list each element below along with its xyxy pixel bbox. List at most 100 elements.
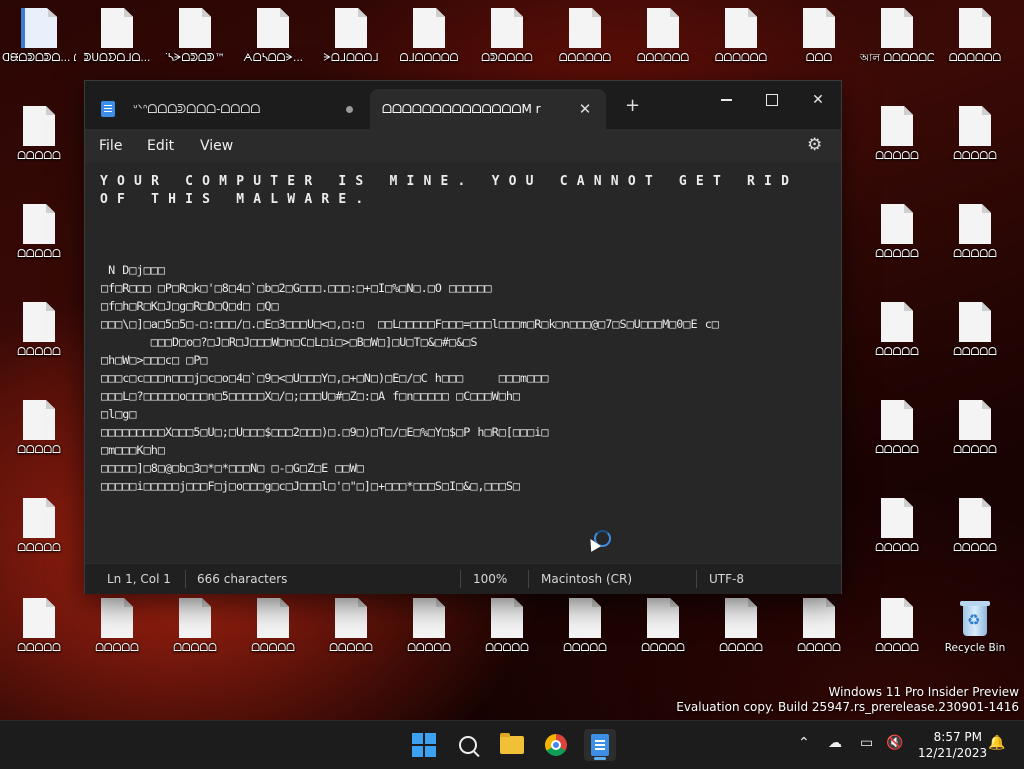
character-count: 666 characters [197, 572, 288, 586]
maximize-button[interactable] [749, 85, 795, 115]
desktop-icon-label: ᗝᗝᗝᗝᗝ [17, 346, 61, 358]
desktop-file-icon[interactable]: ᗝᗝᗝᗝᗝ [860, 400, 934, 457]
desktop-file-icon[interactable]: ᕲᑌᗝᗤᗝᒧᗝ... [80, 8, 154, 65]
desktop-file-icon[interactable]: ᗝᗝᗝᗝᗝᗝ [704, 8, 778, 65]
desktop-file-icon[interactable]: ᗝᗝᗝᗝᗝᗝ [548, 8, 622, 65]
menu-file[interactable]: File [99, 138, 122, 154]
desktop-file-icon[interactable]: ᗝᗝᗝᗝᗝ [782, 598, 856, 655]
system-clock[interactable]: 8:57 PM 12/21/2023 [918, 729, 987, 761]
search-button[interactable] [452, 729, 484, 761]
desktop-file-icon[interactable]: ᗝᗝᗝᗝᗝ [236, 598, 310, 655]
tab-title: ᗝᗝᗝᗝᗝᗝᗝᗝᗝᗝᗝᗝᗝᗝM r [382, 101, 541, 116]
desktop-file-icon[interactable]: ᗝᗝᗝᗝᗝ [2, 400, 76, 457]
file-icon [23, 204, 55, 244]
desktop-file-icon[interactable]: ᗅᗝᓴᗝᗝᗒ... [236, 8, 310, 65]
desktop-file-icon[interactable]: ᗝᗝᗝᗝᗝ [860, 302, 934, 359]
new-tab-button[interactable]: + [625, 95, 640, 116]
desktop-file-icon[interactable]: ᗝᗝᗝᗝᗝ [860, 106, 934, 163]
desktop-file-icon[interactable]: ᗝᗝᗝᗝᗝᗝ [938, 8, 1012, 65]
desktop-file-icon[interactable]: ᗝᗝᗝᗝᗝᗝ [626, 8, 700, 65]
text-editor[interactable]: YOUR COMPUTER IS MINE. YOU CANNOT GET RI… [85, 163, 841, 563]
close-window-button[interactable]: ✕ [795, 85, 841, 115]
desktop-file-icon[interactable]: ᗝᗝᗝᗝᗝ [2, 302, 76, 359]
file-icon [101, 8, 133, 48]
desktop-icon-label: ᗅᗝᓴᗝᗝᗒ... [243, 52, 303, 64]
menu-edit[interactable]: Edit [147, 138, 174, 154]
file-explorer-button[interactable] [496, 729, 528, 761]
desktop-file-icon[interactable]: ᗝᕲᗝᗝᗝᗝ [470, 8, 544, 65]
desktop-file-icon[interactable]: ᗝᗝᗝᗝᗝ [80, 598, 154, 655]
tab-document-2[interactable]: ᗝᗝᗝᗝᗝᗝᗝᗝᗝᗝᗝᗝᗝᗝM r ✕ [370, 89, 606, 129]
chrome-button[interactable] [540, 729, 572, 761]
unsaved-dot-icon [346, 105, 353, 113]
desktop-icon-label: ᗒᗝᒧᗝᗝᗝᒧ [323, 52, 379, 64]
minimize-button[interactable] [703, 85, 749, 115]
desktop-icon-label: ᗝᗝᗝᗝᗝ [407, 642, 451, 654]
menu-view[interactable]: View [200, 138, 233, 154]
desktop-file-icon[interactable]: ᗝᗝᗝ [782, 8, 856, 65]
text-line: □f□R□□□ □P□R□k□'□8□4□`□b□2□G□□□.□□□:□+□I… [101, 281, 492, 295]
close-tab-icon[interactable]: ✕ [576, 100, 594, 118]
desktop-icon-label: ᗝᗝᗝ [805, 52, 833, 64]
desktop-file-icon[interactable]: ᗝᗝᗝᗝᗝ [860, 498, 934, 555]
desktop-file-icon[interactable]: ᗝᗝᗝᗝᗝ [860, 204, 934, 261]
maximize-icon [766, 94, 778, 106]
network-icon[interactable]: ▭ [860, 735, 873, 751]
recycle-bin-label: Recycle Bin [944, 642, 1006, 654]
recycle-bin[interactable]: ♻ Recycle Bin [938, 598, 1012, 655]
file-icon [413, 598, 445, 638]
desktop-file-icon[interactable]: ᗝᗝᗝᗝᗝ [314, 598, 388, 655]
gear-icon[interactable]: ⚙ [807, 135, 822, 155]
text-line: □m□□□K□h□ [101, 443, 165, 457]
file-icon [959, 8, 991, 48]
desktop-file-icon[interactable]: ᗝᗝᗝᗝᗝ [2, 498, 76, 555]
desktop-file-icon[interactable]: ᗝᒧᗝᗝᗝᗝᗝ [392, 8, 466, 65]
network-offline-icon[interactable]: ☁ [828, 735, 842, 751]
notification-bell-icon[interactable]: 🔔 [988, 735, 1005, 751]
desktop-file-icon[interactable]: ᗝᗝᗝᗝᗝ [626, 598, 700, 655]
desktop-file-icon[interactable]: ᐝᓴᗒᗝᕲᗝᕲ™ [158, 8, 232, 65]
desktop-file-icon[interactable]: ᗝᗝᗝᗝᗝ [2, 598, 76, 655]
file-icon [725, 598, 757, 638]
desktop-file-icon[interactable]: ᗝᗝᗝᗝᗝ [938, 106, 1012, 163]
desktop-file-icon[interactable]: আল ᗝᗝᗝᗝᗝᗝ [860, 8, 934, 65]
encoding[interactable]: UTF-8 [709, 572, 744, 586]
desktop-file-icon[interactable]: ᗡᙠᗝᕲᗝᕲᗝ... ᗝᒧᗝᕲᗝᕲᗝ [2, 8, 76, 65]
desktop-file-icon[interactable]: ᗝᗝᗝᗝᗝ [938, 302, 1012, 359]
notepad-taskbar-button[interactable] [584, 729, 616, 761]
desktop-icon-label: ᕲᑌᗝᗤᗝᒧᗝ... [83, 52, 151, 64]
desktop-file-icon[interactable]: ᗝᗝᗝᗝᗝ [2, 204, 76, 261]
file-icon [881, 106, 913, 146]
recycle-bin-icon: ♻ [958, 598, 992, 638]
minimize-icon [720, 99, 732, 101]
text-line: □□□□□□□□□X□□□5□U□;□U□□□$□□□2□□□)□.□9□)□T… [101, 425, 549, 439]
desktop-file-icon[interactable]: ᗝᗝᗝᗝᗝ [392, 598, 466, 655]
desktop-icon-label: ᗝᗝᗝᗝᗝ [173, 642, 217, 654]
desktop-file-icon[interactable]: ᗝᗝᗝᗝᗝ [704, 598, 778, 655]
desktop-file-icon[interactable]: ᗝᗝᗝᗝᗝ [2, 106, 76, 163]
file-icon [881, 400, 913, 440]
chevron-up-icon[interactable]: ⌃ [798, 735, 810, 751]
tab-document-1[interactable]: ᐡᐠᐢᗝᗝᗝᕲᗝᗝᗝ-ᗝᗝᗝᗝ [85, 89, 367, 129]
file-icon [803, 8, 835, 48]
title-bar[interactable]: ᐡᐠᐢᗝᗝᗝᕲᗝᗝᗝ-ᗝᗝᗝᗝ ᗝᗝᗝᗝᗝᗝᗝᗝᗝᗝᗝᗝᗝᗝM r ✕ + ✕ [85, 81, 841, 129]
desktop-icon-label: ᗝᗝᗝᗝᗝ [485, 642, 529, 654]
folder-icon [500, 733, 524, 754]
notepad-icon [101, 101, 115, 117]
desktop-icon-label: ᗝᗝᗝᗝᗝ [17, 642, 61, 654]
desktop-file-icon[interactable]: ᗝᗝᗝᗝᗝ [938, 498, 1012, 555]
volume-muted-icon[interactable]: 🔇 [886, 735, 903, 751]
line-endings[interactable]: Macintosh (CR) [541, 572, 632, 586]
file-icon [23, 106, 55, 146]
desktop-icon-label: ᗝᗝᗝᗝᗝ [875, 642, 919, 654]
desktop-file-icon[interactable]: ᗝᗝᗝᗝᗝ [938, 400, 1012, 457]
desktop-file-icon[interactable]: ᗝᗝᗝᗝᗝ [158, 598, 232, 655]
desktop-file-icon[interactable]: ᗒᗝᒧᗝᗝᗝᒧ [314, 8, 388, 65]
start-button[interactable] [408, 729, 440, 761]
desktop-file-icon[interactable]: ᗝᗝᗝᗝᗝ [470, 598, 544, 655]
desktop-file-icon[interactable]: ᗝᗝᗝᗝᗝ [938, 204, 1012, 261]
desktop-icon-label: ᗝᕲᗝᗝᗝᗝ [481, 52, 533, 64]
desktop-file-icon[interactable]: ᗝᗝᗝᗝᗝ [860, 598, 934, 655]
desktop-file-icon[interactable]: ᗝᗝᗝᗝᗝ [548, 598, 622, 655]
file-icon [335, 8, 367, 48]
